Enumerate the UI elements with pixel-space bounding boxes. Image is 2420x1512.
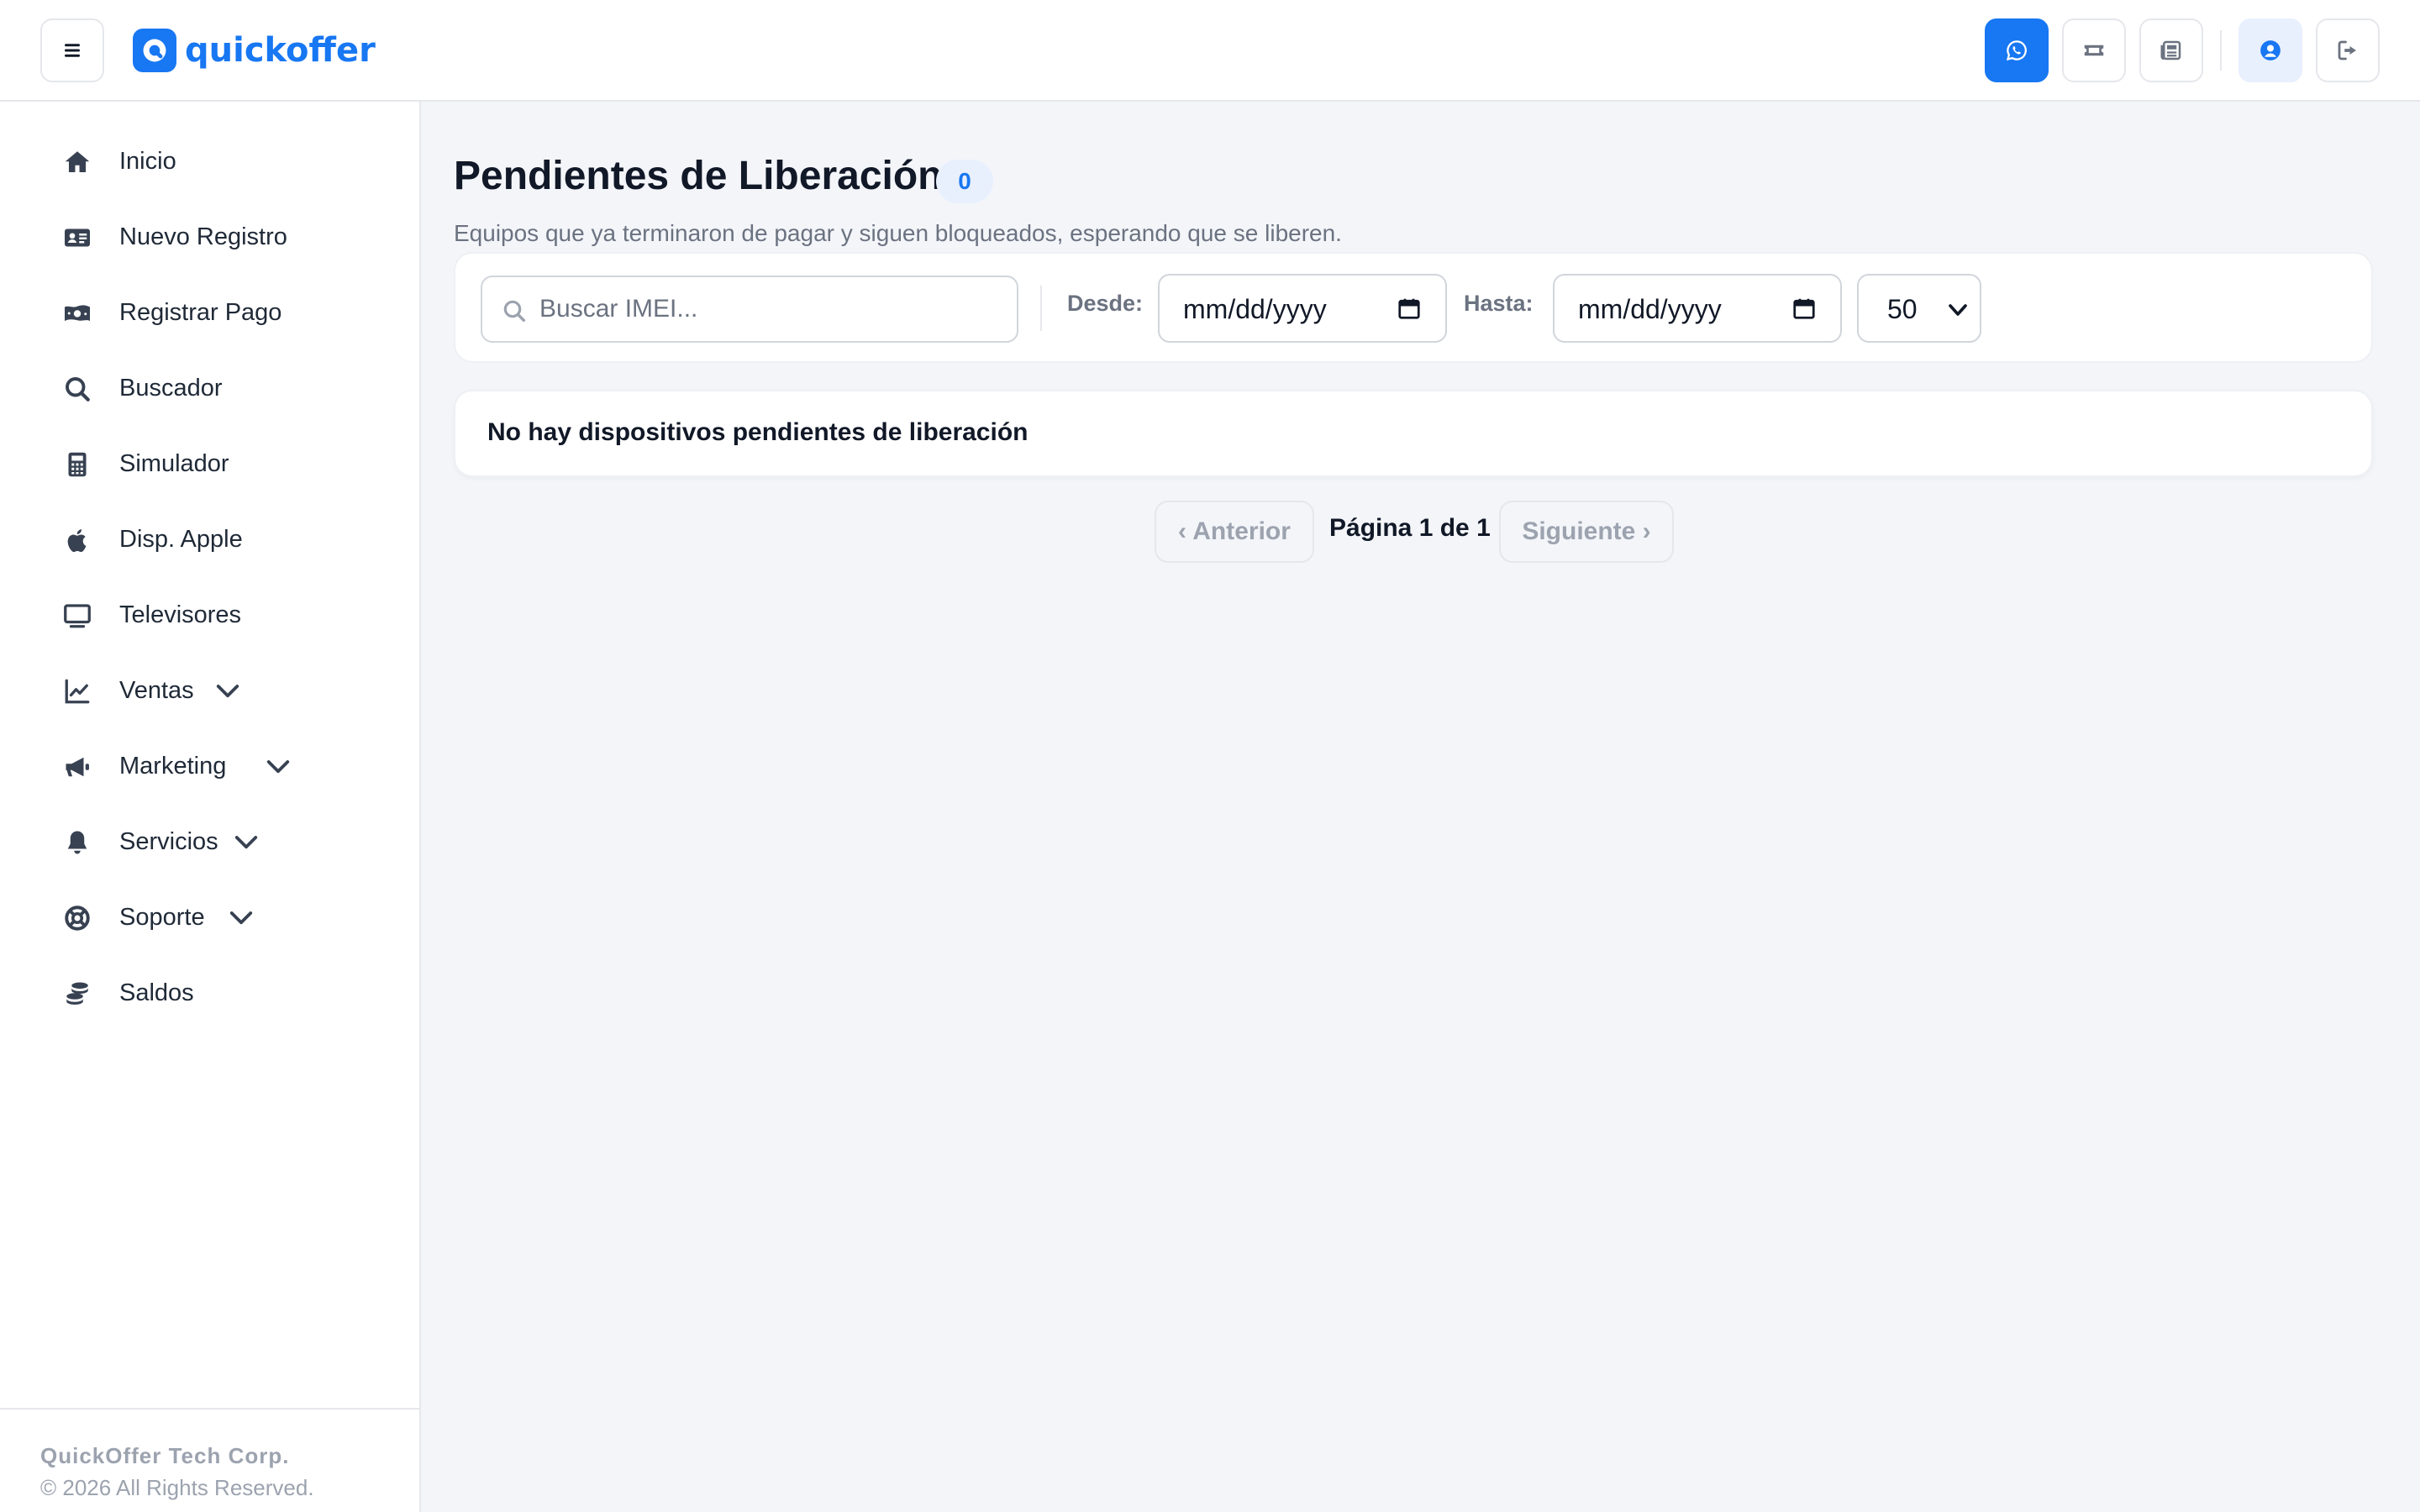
page-title: Pendientes de Liberación bbox=[454, 154, 943, 198]
page-subtitle: Equipos que ya terminaron de pagar y sig… bbox=[454, 220, 1342, 246]
empty-state-message: No hay dispositivos pendientes de libera… bbox=[487, 418, 1028, 446]
company-name: QuickOffer Tech Corp. bbox=[40, 1443, 290, 1468]
imei-search-input[interactable] bbox=[539, 277, 1010, 341]
sidebar-item-label: Televisores bbox=[119, 601, 242, 628]
calculator-icon bbox=[60, 452, 94, 477]
filter-divider bbox=[1040, 286, 1042, 331]
next-page-button[interactable]: Siguiente › bbox=[1499, 501, 1674, 563]
search-field[interactable] bbox=[481, 276, 1018, 343]
sidebar-item-televisores[interactable]: Televisores bbox=[40, 585, 376, 645]
logo-text: quickoffer bbox=[185, 31, 376, 70]
coins-icon bbox=[60, 981, 94, 1006]
bell-icon bbox=[60, 830, 94, 855]
user-profile-button[interactable] bbox=[2238, 18, 2302, 82]
sidebar-footer: QuickOffer Tech Corp. © 2026 All Rights … bbox=[0, 1408, 419, 1512]
sidebar-item-label: Marketing bbox=[119, 753, 227, 780]
per-page-select[interactable]: 50 bbox=[1857, 274, 1981, 343]
chevron-down-icon bbox=[216, 685, 239, 698]
logo-mark-icon bbox=[133, 29, 176, 72]
sidebar-item-soporte[interactable]: Soporte bbox=[40, 887, 376, 948]
previous-page-button[interactable]: ‹ Anterior bbox=[1155, 501, 1314, 563]
hamburger-icon bbox=[65, 44, 80, 57]
copyright-text: © 2026 All Rights Reserved. bbox=[40, 1475, 314, 1500]
lifebuoy-icon bbox=[60, 906, 94, 931]
results-card: No hay dispositivos pendientes de libera… bbox=[454, 390, 2373, 477]
tv-icon bbox=[60, 603, 94, 628]
filter-bar: Desde: mm/dd/yyyy Hasta: mm/dd/yyyy 50 bbox=[454, 252, 2373, 363]
logout-icon bbox=[2338, 40, 2356, 60]
sidebar-item-label: Soporte bbox=[119, 904, 205, 931]
sidebar-item-simulador[interactable]: Simulador bbox=[40, 433, 376, 494]
sidebar-item-servicios[interactable]: Servicios bbox=[40, 811, 376, 872]
ticket-button[interactable] bbox=[2062, 18, 2126, 82]
search-icon bbox=[60, 376, 94, 402]
topbar-divider bbox=[2220, 30, 2222, 71]
to-date-label: Hasta: bbox=[1464, 291, 1534, 316]
megaphone-icon bbox=[60, 754, 94, 780]
calendar-icon[interactable] bbox=[1397, 296, 1422, 321]
sidebar-item-label: Inicio bbox=[119, 148, 176, 175]
sidebar-item-label: Servicios bbox=[119, 828, 218, 855]
sidebar-item-marketing[interactable]: Marketing bbox=[40, 736, 376, 796]
sidebar-item-saldos[interactable]: Saldos bbox=[40, 963, 376, 1023]
newspaper-icon bbox=[2160, 40, 2181, 60]
from-date-label: Desde: bbox=[1067, 291, 1144, 316]
sidebar-item-label: Buscador bbox=[119, 375, 223, 402]
ticket-icon bbox=[2084, 45, 2104, 56]
sidebar-item-label: Nuevo Registro bbox=[119, 223, 287, 250]
home-icon bbox=[60, 150, 94, 175]
sidebar-item-label: Simulador bbox=[119, 450, 229, 477]
sidebar-item-disp-apple[interactable]: Disp. Apple bbox=[40, 509, 376, 570]
pagination-info: Página 1 de 1 bbox=[1329, 514, 1491, 542]
calendar-icon[interactable] bbox=[1791, 296, 1817, 321]
sidebar-item-inicio[interactable]: Inicio bbox=[40, 131, 376, 192]
from-date-value: mm/dd/yyyy bbox=[1183, 294, 1327, 324]
whatsapp-button[interactable] bbox=[1985, 18, 2049, 82]
sidebar-item-label: Disp. Apple bbox=[119, 526, 243, 553]
app-logo[interactable]: quickoffer bbox=[133, 27, 376, 74]
logout-button[interactable] bbox=[2316, 18, 2380, 82]
sidebar: Inicio Nuevo Registro Registrar Pago Bus… bbox=[0, 102, 421, 1512]
count-badge: 0 bbox=[936, 160, 993, 203]
sidebar-item-buscador[interactable]: Buscador bbox=[40, 358, 376, 418]
sidebar-item-nuevo-registro[interactable]: Nuevo Registro bbox=[40, 207, 376, 267]
chart-line-icon bbox=[60, 679, 94, 704]
chevron-down-icon bbox=[234, 836, 258, 849]
from-date-input[interactable]: mm/dd/yyyy bbox=[1158, 274, 1447, 343]
money-icon bbox=[60, 301, 94, 326]
chevron-down-icon bbox=[229, 911, 253, 925]
apple-icon bbox=[60, 528, 94, 553]
sidebar-item-label: Saldos bbox=[119, 979, 194, 1006]
sidebar-item-label: Registrar Pago bbox=[119, 299, 282, 326]
search-icon bbox=[503, 300, 526, 323]
sidebar-item-label: Ventas bbox=[119, 677, 194, 704]
news-button[interactable] bbox=[2139, 18, 2203, 82]
chevron-down-icon bbox=[1949, 304, 1967, 316]
user-circle-icon bbox=[2260, 40, 2281, 60]
sidebar-item-ventas[interactable]: Ventas bbox=[40, 660, 376, 721]
per-page-value: 50 bbox=[1887, 294, 1918, 324]
chevron-down-icon bbox=[266, 760, 290, 774]
whatsapp-icon bbox=[2006, 40, 2027, 61]
menu-toggle-button[interactable] bbox=[40, 18, 104, 82]
top-bar: quickoffer bbox=[0, 0, 2420, 102]
to-date-value: mm/dd/yyyy bbox=[1578, 294, 1722, 324]
id-card-icon bbox=[60, 225, 94, 250]
sidebar-item-registrar-pago[interactable]: Registrar Pago bbox=[40, 282, 376, 343]
to-date-input[interactable]: mm/dd/yyyy bbox=[1553, 274, 1842, 343]
